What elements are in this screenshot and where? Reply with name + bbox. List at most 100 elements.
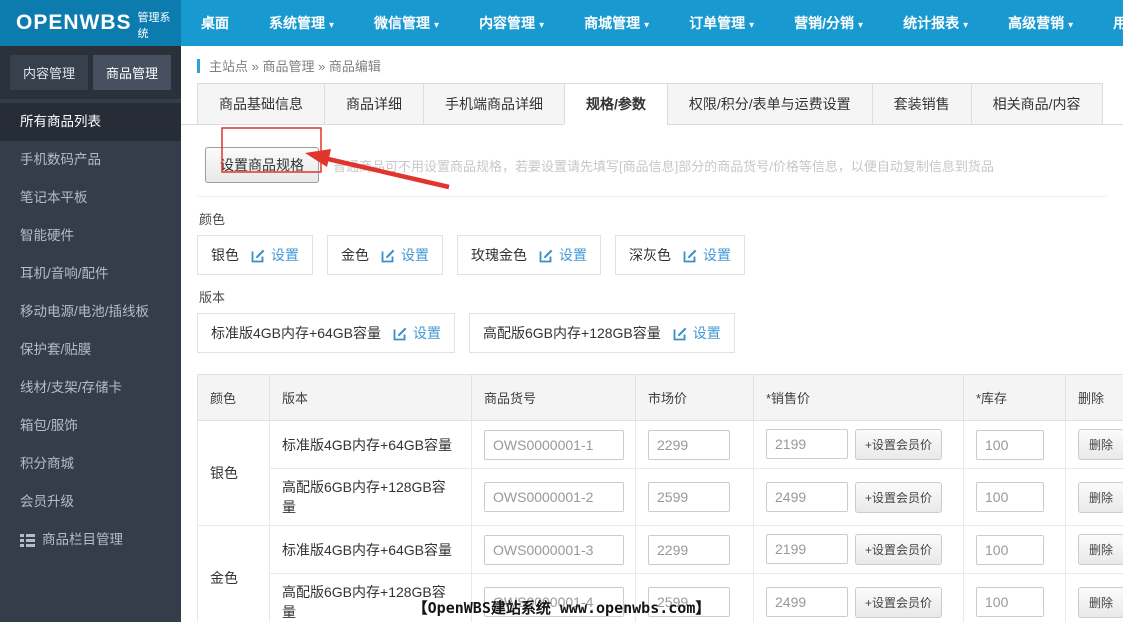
main-panel: 主站点 » 商品管理 » 商品编辑 商品基础信息 商品详细 手机端商品详细 规格/参数… bbox=[181, 46, 1123, 622]
stock-input[interactable] bbox=[976, 482, 1044, 512]
sidebar-item-1[interactable]: 手机数码产品 bbox=[0, 141, 181, 179]
spec-chip-name: 金色 bbox=[341, 247, 369, 263]
nav-item-label: 内容管理 bbox=[479, 15, 536, 31]
set-member-price-button[interactable]: +设置会员价 bbox=[855, 586, 943, 618]
edit-icon[interactable] bbox=[251, 248, 266, 263]
set-spec-button[interactable]: 设置商品规格 bbox=[205, 147, 319, 183]
edit-icon[interactable] bbox=[539, 248, 554, 263]
watermark-text: 【OpenWBS建站系统 www.openwbs.com】 bbox=[412, 599, 711, 617]
spec-chip-1-1: 高配版6GB内存+128GB容量 设置 bbox=[469, 313, 735, 353]
spec-chip-set-link[interactable]: 设置 bbox=[401, 245, 429, 265]
sidebar-item-label: 会员升级 bbox=[20, 494, 74, 509]
set-member-price-button[interactable]: +设置会员价 bbox=[855, 534, 943, 565]
nav-item-6[interactable]: 营销/分销 ▾ bbox=[774, 0, 883, 46]
chevron-down-icon: ▾ bbox=[749, 20, 755, 31]
sku-input[interactable] bbox=[484, 429, 624, 460]
spec-chip-set-link[interactable]: 设置 bbox=[703, 245, 731, 265]
sidebar-item-label: 耳机/音响/配件 bbox=[20, 266, 109, 281]
tab-5[interactable]: 套装销售 bbox=[871, 83, 972, 125]
sidebar-item-4[interactable]: 耳机/音响/配件 bbox=[0, 255, 181, 293]
sale-price-input[interactable] bbox=[766, 481, 848, 512]
spec-chip-set-link[interactable]: 设置 bbox=[693, 323, 721, 343]
set-member-price-button[interactable]: +设置会员价 bbox=[855, 481, 943, 513]
market-price-input[interactable] bbox=[648, 534, 730, 565]
sidebar-item-2[interactable]: 笔记本平板 bbox=[0, 179, 181, 217]
edit-icon[interactable] bbox=[393, 326, 408, 341]
tab-4[interactable]: 权限/积分/表单与运费设置 bbox=[666, 83, 873, 125]
nav-item-3[interactable]: 内容管理 ▾ bbox=[459, 0, 564, 46]
delete-button[interactable]: 删除 bbox=[1078, 481, 1123, 513]
stock-input[interactable] bbox=[976, 587, 1044, 617]
sku-input[interactable] bbox=[484, 534, 624, 565]
nav-item-label: 系统管理 bbox=[269, 15, 325, 31]
nav-item-9[interactable]: 用户管理▾ bbox=[1093, 0, 1123, 46]
spec-groups: 颜色 银色 设置 金色 设置 玫瑰金色 设置 深灰色 设置 版本 标准版4GB内存+64GB容量 设置… bbox=[197, 209, 1107, 353]
tab-1[interactable]: 商品详细 bbox=[324, 83, 424, 125]
sale-price-input[interactable] bbox=[766, 534, 848, 564]
nav-item-8[interactable]: 高级营销 ▾ bbox=[988, 0, 1093, 46]
nav-item-4[interactable]: 商城管理 ▾ bbox=[564, 0, 669, 46]
tab-bar: 商品基础信息 商品详细 手机端商品详细 规格/参数 权限/积分/表单与运费设置 套装销售相… bbox=[181, 83, 1123, 125]
sidebar-item-9[interactable]: 积分商城 bbox=[0, 445, 181, 483]
chevron-down-icon: ▾ bbox=[329, 20, 335, 31]
tab-2[interactable]: 手机端商品详细 bbox=[423, 83, 565, 125]
nav-item-label: 统计报表 bbox=[903, 15, 960, 31]
color-cell: 金色 bbox=[197, 525, 270, 622]
sidebar-item-0[interactable]: 所有商品列表 bbox=[0, 103, 181, 141]
nav-item-label: 订单管理 bbox=[689, 15, 746, 31]
market-price-input[interactable] bbox=[648, 482, 730, 512]
table-header-1: 版本 bbox=[269, 374, 472, 421]
chevron-down-icon: ▾ bbox=[1068, 20, 1074, 31]
list-icon bbox=[20, 533, 35, 547]
spec-chip-set-link[interactable]: 设置 bbox=[559, 245, 587, 265]
spec-table: 颜色版本商品货号市场价*销售价*库存删除 银色标准版4GB内存+64GB容量 +设… bbox=[197, 374, 1123, 622]
sidebar-item-3[interactable]: 智能硬件 bbox=[0, 217, 181, 255]
set-member-price-button[interactable]: +设置会员价 bbox=[855, 429, 943, 460]
nav-item-7[interactable]: 统计报表 ▾ bbox=[883, 0, 988, 46]
market-price-cell bbox=[635, 420, 754, 469]
nav-item-label: 商城管理 bbox=[584, 15, 641, 31]
sale-price-input[interactable] bbox=[766, 429, 848, 459]
sale-price-cell: +设置会员价 bbox=[753, 468, 964, 526]
spec-chip-set-link[interactable]: 设置 bbox=[413, 323, 441, 343]
delete-button[interactable]: 删除 bbox=[1078, 586, 1123, 618]
tab-3[interactable]: 规格/参数 bbox=[564, 83, 668, 125]
sku-input[interactable] bbox=[484, 482, 624, 512]
sidebar-tab-1[interactable]: 商品管理 bbox=[93, 55, 172, 90]
edit-icon[interactable] bbox=[673, 326, 688, 341]
sku-cell bbox=[471, 420, 636, 469]
sidebar-item-11[interactable]: 商品栏目管理 bbox=[0, 521, 181, 559]
sidebar-item-7[interactable]: 线材/支架/存储卡 bbox=[0, 369, 181, 407]
stock-input[interactable] bbox=[976, 429, 1044, 460]
sidebar-tab-0[interactable]: 内容管理 bbox=[10, 55, 89, 90]
chevron-down-icon: ▾ bbox=[434, 20, 440, 31]
delete-button[interactable]: 删除 bbox=[1078, 534, 1123, 565]
nav-item-2[interactable]: 微信管理 ▾ bbox=[354, 0, 459, 46]
stock-input[interactable] bbox=[976, 534, 1044, 565]
sidebar-item-label: 积分商城 bbox=[20, 456, 74, 471]
version-cell: 标准版4GB内存+64GB容量 bbox=[269, 420, 472, 469]
nav-item-5[interactable]: 订单管理 ▾ bbox=[669, 0, 774, 46]
sidebar-list: 所有商品列表手机数码产品笔记本平板 智能硬件耳机/音响/配件移动电源/电池/插线板… bbox=[0, 99, 181, 559]
delete-button[interactable]: 删除 bbox=[1078, 429, 1123, 460]
sale-price-cell: +设置会员价 bbox=[753, 525, 964, 574]
tab-0[interactable]: 商品基础信息 bbox=[197, 83, 325, 125]
market-price-input[interactable] bbox=[648, 429, 730, 460]
sidebar-item-8[interactable]: 箱包/服饰 bbox=[0, 407, 181, 445]
tab-6[interactable]: 相关商品/内容 bbox=[970, 83, 1103, 125]
sale-price-input[interactable] bbox=[766, 586, 848, 617]
spec-group-label-0: 颜色 bbox=[199, 212, 226, 227]
sidebar-tabs: 内容管理 商品管理 bbox=[0, 46, 181, 99]
spec-chip-name: 高配版6GB内存+128GB容量 bbox=[483, 325, 661, 341]
edit-icon[interactable] bbox=[381, 248, 396, 263]
sidebar-item-5[interactable]: 移动电源/电池/插线板 bbox=[0, 293, 181, 331]
sidebar-item-6[interactable]: 保护套/贴膜 bbox=[0, 331, 181, 369]
logo-suffix: 管理系统 bbox=[137, 12, 171, 40]
sidebar-item-label: 手机数码产品 bbox=[20, 152, 101, 167]
nav-item-0[interactable]: 桌面 bbox=[181, 0, 249, 46]
chevron-down-icon: ▾ bbox=[644, 20, 650, 31]
nav-item-1[interactable]: 系统管理 ▾ bbox=[249, 0, 354, 46]
sidebar-item-10[interactable]: 会员升级 bbox=[0, 483, 181, 521]
spec-chip-set-link[interactable]: 设置 bbox=[271, 245, 299, 265]
edit-icon[interactable] bbox=[683, 248, 698, 263]
